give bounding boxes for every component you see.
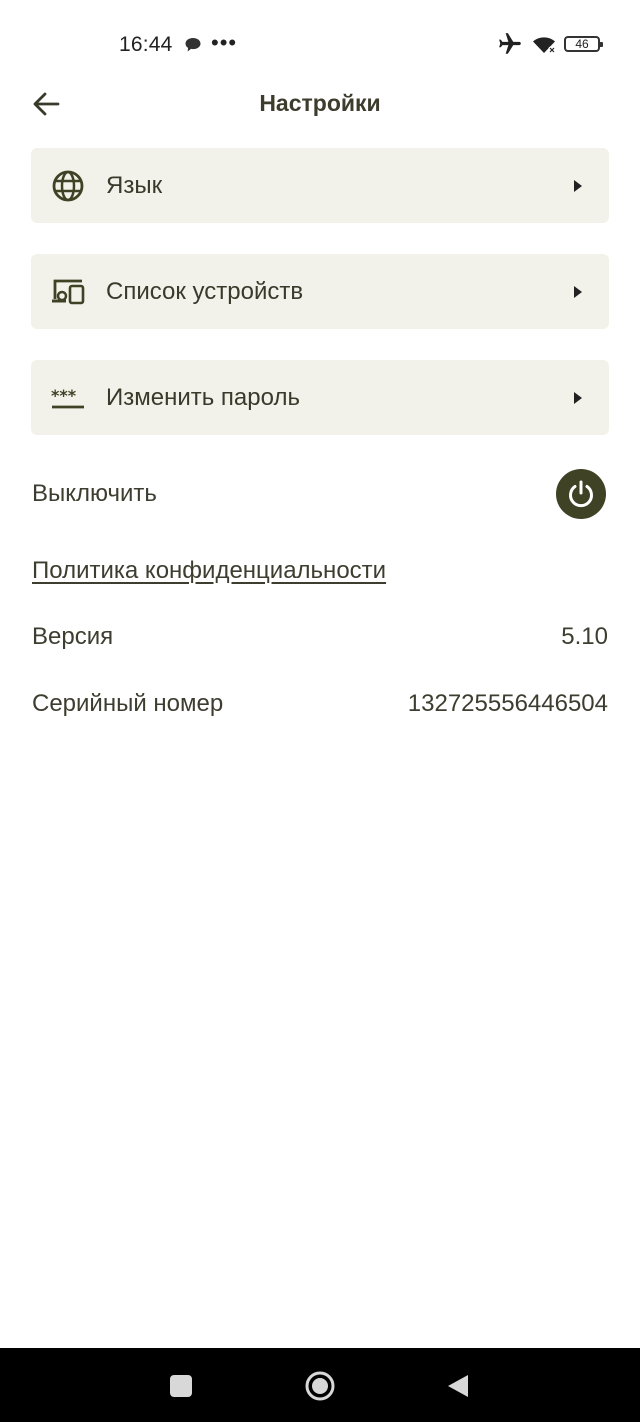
device-list-menu-item[interactable]: Список устройств (31, 254, 609, 329)
power-off-label: Выключить (32, 480, 157, 507)
devices-icon (50, 274, 86, 310)
change-password-label: Изменить пароль (106, 384, 300, 411)
chat-icon (184, 36, 202, 54)
chevron-right-icon (571, 178, 585, 194)
device-list-label: Список устройств (106, 278, 304, 305)
globe-icon (50, 168, 86, 204)
more-notifications-icon: ••• (211, 30, 238, 55)
back-triangle-icon[interactable] (446, 1373, 470, 1399)
battery-icon: 46 (564, 36, 603, 52)
serial-number-label: Серийный номер (32, 690, 224, 717)
status-bar: 16:44 ••• 46 (0, 0, 640, 80)
status-time: 16:44 (119, 33, 173, 56)
wifi-icon (530, 32, 558, 56)
svg-text:***: *** (51, 386, 77, 405)
page-title: Настройки (259, 90, 381, 116)
power-icon (569, 480, 593, 508)
password-icon: *** (50, 380, 86, 416)
serial-number-value: 132725556446504 (407, 690, 608, 717)
chevron-right-icon (571, 390, 585, 406)
version-value: 5.10 (561, 623, 608, 650)
change-password-menu-item[interactable]: *** Изменить пароль (31, 360, 609, 435)
power-button[interactable] (556, 469, 606, 519)
airplane-icon (497, 31, 523, 57)
privacy-policy-link[interactable]: Политика конфиденциальности (32, 557, 386, 585)
language-menu-item[interactable]: Язык (31, 148, 609, 223)
language-label: Язык (106, 172, 163, 199)
recents-icon[interactable] (170, 1375, 192, 1397)
chevron-right-icon (571, 284, 585, 300)
version-label: Версия (32, 623, 114, 650)
home-icon[interactable] (304, 1370, 336, 1402)
navigation-bar (0, 1348, 640, 1422)
